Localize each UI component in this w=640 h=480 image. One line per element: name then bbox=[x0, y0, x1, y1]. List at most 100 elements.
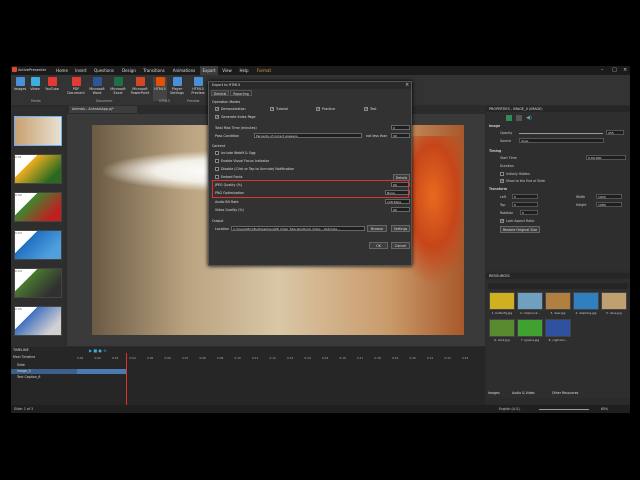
visual-focus-option[interactable]: Enable Visual Focus Indicator bbox=[215, 159, 269, 163]
menu-help[interactable]: Help bbox=[238, 66, 250, 75]
timeline-row-image0[interactable]: Image_0 bbox=[11, 369, 77, 374]
mode-tutorial[interactable]: ✓ Tutorial bbox=[270, 107, 288, 111]
youtube-button[interactable]: YouTube bbox=[43, 77, 61, 101]
menu-animations[interactable]: Animations bbox=[171, 66, 197, 75]
embed-fonts-option[interactable]: Embed Fonts bbox=[215, 175, 242, 179]
resources-title: RESOURCES bbox=[486, 273, 630, 279]
opacity-slider[interactable] bbox=[519, 133, 603, 134]
zoom-slider[interactable] bbox=[539, 409, 589, 410]
html5-button[interactable]: HTML5 bbox=[153, 77, 167, 101]
practice-checkbox[interactable]: ✓ bbox=[316, 107, 320, 111]
main-timeline-select[interactable]: Main Timeline bbox=[13, 355, 73, 360]
start-time-label: Start Time bbox=[500, 156, 517, 160]
test-checkbox[interactable]: ✓ bbox=[364, 107, 368, 111]
player-settings-button[interactable]: Player Settings bbox=[168, 77, 186, 101]
disable-unmute-option[interactable]: Disable (Click or Tap to Unmute) Notific… bbox=[215, 167, 294, 171]
slides-panel: 0:00 0:01 0:02 0:03 0:04 0:05 bbox=[11, 107, 65, 347]
location-field[interactable]: C:\Users\MinhBui\Desktop\APR Video Tutor… bbox=[231, 226, 365, 231]
resource-thumb-8[interactable] bbox=[545, 319, 571, 337]
left-field[interactable]: 0 bbox=[512, 194, 538, 199]
height-field[interactable]: 1080 bbox=[596, 202, 622, 207]
tutorial-checkbox[interactable]: ✓ bbox=[270, 107, 274, 111]
resource-thumb-2[interactable] bbox=[517, 292, 543, 310]
mode-test[interactable]: ✓ Test bbox=[364, 107, 377, 111]
menu-design[interactable]: Design bbox=[121, 66, 137, 75]
playhead[interactable] bbox=[126, 353, 127, 405]
timeline-tick: 0:22 bbox=[444, 356, 451, 360]
timeline-row-slide[interactable]: Slide bbox=[11, 363, 77, 368]
source-field[interactable]: dove bbox=[519, 138, 604, 143]
top-field[interactable]: 0 bbox=[512, 202, 538, 207]
slide-time-3: 0:02 bbox=[15, 193, 22, 197]
mode-demonstration[interactable]: ✓ Demonstration bbox=[215, 107, 246, 111]
menu-transitions[interactable]: Transitions bbox=[142, 66, 166, 75]
rotation-field[interactable]: 0 bbox=[520, 210, 538, 215]
disable-unmute-checkbox[interactable] bbox=[215, 167, 219, 171]
audio-bitrate-select[interactable]: 128 Kbps bbox=[385, 199, 410, 204]
window-minimize-icon[interactable]: – bbox=[601, 67, 604, 73]
menu-insert[interactable]: Insert bbox=[74, 66, 88, 75]
initially-hidden-checkbox[interactable]: Initially Hidden bbox=[500, 172, 530, 176]
timeline-bar-image0[interactable] bbox=[77, 369, 126, 374]
audio-icon[interactable]: ◀) bbox=[526, 115, 532, 121]
restore-size-button[interactable]: Restore Original Size bbox=[500, 226, 540, 233]
opacity-field[interactable]: 255 bbox=[606, 130, 624, 135]
generate-index-checkbox[interactable]: ✓ bbox=[215, 115, 219, 119]
fill-icon[interactable] bbox=[506, 115, 512, 121]
lock-aspect-box[interactable]: ✓ bbox=[500, 219, 504, 223]
tab-other-resources[interactable]: Other Resources bbox=[552, 391, 578, 395]
timeline-row-caption[interactable]: Text Caption_6 bbox=[11, 375, 77, 380]
pdf-button[interactable]: PDF Document bbox=[67, 77, 85, 101]
lock-aspect-checkbox[interactable]: ✓ Lock Aspect Ratio bbox=[500, 219, 534, 223]
embed-fonts-checkbox[interactable] bbox=[215, 175, 219, 179]
pass-condition-select[interactable]: Percents of correct answers bbox=[254, 133, 362, 138]
show-to-end-checkbox[interactable]: ✓ Show to the End of Slide bbox=[500, 179, 545, 183]
start-time-field[interactable]: 0:00.000 bbox=[586, 155, 626, 160]
demo-checkbox[interactable]: ✓ bbox=[215, 107, 219, 111]
tab-audio-video[interactable]: Audio & Video bbox=[512, 391, 535, 395]
window-maximize-icon[interactable]: □ bbox=[612, 67, 617, 73]
document-tab[interactable]: Animals - AnimalsApp.pj* bbox=[69, 106, 137, 113]
menu-questions[interactable]: Questions bbox=[93, 66, 115, 75]
not-less-than-field[interactable]: 90 bbox=[391, 133, 410, 138]
visual-focus-checkbox[interactable] bbox=[215, 159, 219, 163]
resource-thumb-7[interactable] bbox=[517, 319, 543, 337]
show-to-end-box[interactable]: ✓ bbox=[500, 179, 504, 183]
playback-controls[interactable]: ▶ ■ ● ⟲ bbox=[89, 348, 139, 353]
include-webm-option[interactable]: Include WebM & Ogg bbox=[215, 151, 256, 155]
browse-button[interactable]: Browse bbox=[367, 225, 387, 232]
tab-images[interactable]: Images bbox=[488, 391, 500, 395]
resource-thumb-3[interactable] bbox=[545, 292, 571, 310]
dialog-close-icon[interactable]: × bbox=[405, 82, 409, 88]
resource-thumb-4[interactable] bbox=[573, 292, 599, 310]
include-webm-checkbox[interactable] bbox=[215, 151, 219, 155]
cancel-button[interactable]: Cancel bbox=[391, 242, 410, 249]
resource-thumb-5[interactable] bbox=[601, 292, 627, 310]
window-close-icon[interactable]: × bbox=[623, 67, 627, 73]
size-icon[interactable] bbox=[516, 115, 522, 121]
tab-general[interactable]: General bbox=[211, 90, 229, 96]
menu-format[interactable]: Format bbox=[255, 66, 273, 75]
tab-reporting[interactable]: Reporting bbox=[230, 90, 252, 96]
width-field[interactable]: 1920 bbox=[596, 194, 622, 199]
settings-button[interactable]: Settings bbox=[391, 225, 410, 232]
ok-button[interactable]: OK bbox=[369, 242, 388, 249]
generate-index-option[interactable]: ✓ Generate Index Page bbox=[215, 115, 256, 119]
initially-hidden-box[interactable] bbox=[500, 172, 504, 176]
slide-time-5: 0:04 bbox=[15, 269, 22, 273]
video-quality-field[interactable]: 90 bbox=[391, 207, 410, 212]
mode-practice[interactable]: ✓ Practice bbox=[316, 107, 335, 111]
excel-button[interactable]: Microsoft Excel bbox=[108, 77, 128, 101]
menu-view[interactable]: View bbox=[221, 66, 233, 75]
timeline-ruler[interactable]: 0:01 0:02 0:03 0:04 0:05 0:06 0:07 0:08 0:09 0:10… bbox=[77, 356, 482, 361]
menu-home[interactable]: Home bbox=[55, 66, 69, 75]
images-button[interactable]: Images bbox=[13, 77, 27, 101]
resource-thumb-6[interactable] bbox=[489, 319, 515, 337]
html5-preview-button[interactable]: HTML5 Preview bbox=[187, 77, 209, 101]
powerpoint-button[interactable]: Microsoft PowerPoint bbox=[128, 77, 152, 101]
video-button[interactable]: Video bbox=[28, 77, 42, 101]
total-max-time-field[interactable]: 0 bbox=[391, 125, 410, 130]
word-button[interactable]: Microsoft Word bbox=[87, 77, 107, 101]
resource-thumb-1[interactable] bbox=[489, 292, 515, 310]
menu-export[interactable]: Export bbox=[200, 66, 218, 75]
